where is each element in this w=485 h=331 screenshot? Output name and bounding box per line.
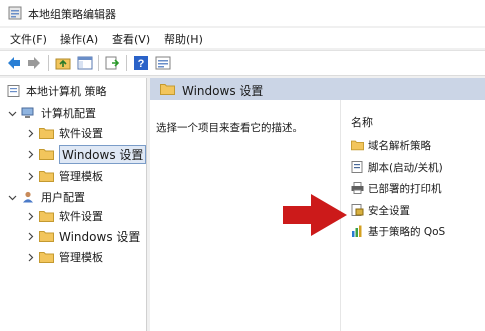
window-title: 本地组策略编辑器	[28, 8, 116, 21]
folder-icon	[351, 140, 364, 151]
description-text: 选择一个项目来查看它的描述。	[156, 122, 303, 134]
folder-icon	[39, 171, 54, 182]
items-list: 名称 域名解析策略 脚本(启动/关机) 已部署的打印机 安全设置 基于策略的 Q…	[340, 100, 485, 331]
computer-icon	[21, 107, 34, 118]
security-icon	[351, 204, 364, 216]
tree-item-software-settings[interactable]: 软件设置	[26, 124, 103, 142]
list-item-scripts[interactable]: 脚本(启动/关机)	[351, 158, 443, 176]
tree-pane: 本地计算机 策略 计算机配置 软件设置 Windows 设置 管理模板 用户配置	[0, 78, 147, 331]
tree-computer-config-label: 计算机配置	[41, 107, 96, 120]
tree-item-label: Windows 设置	[59, 144, 147, 164]
title-bar: 本地组策略编辑器	[0, 0, 485, 26]
tree-item-windows-settings[interactable]: Windows 设置	[26, 227, 140, 245]
bar-chart-icon	[352, 225, 362, 237]
tree-user-config-label: 用户配置	[41, 191, 85, 204]
column-header-name[interactable]: 名称	[351, 114, 373, 130]
chevron-right-icon[interactable]	[26, 150, 35, 159]
list-item-label: 域名解析策略	[368, 139, 431, 152]
tree-computer-config[interactable]: 计算机配置	[8, 104, 96, 122]
printer-icon	[351, 182, 364, 194]
export-list-icon[interactable]	[104, 55, 120, 71]
tree-root[interactable]: 本地计算机 策略	[6, 82, 107, 100]
tree-root-label: 本地计算机 策略	[26, 85, 107, 98]
menu-bar: 文件(F) 操作(A) 查看(V) 帮助(H)	[0, 28, 485, 48]
red-arrow-icon	[283, 194, 347, 236]
back-arrow-icon[interactable]	[6, 55, 22, 71]
toolbar: ?	[0, 50, 485, 76]
list-item-deployed-printers[interactable]: 已部署的打印机	[351, 179, 442, 197]
folder-icon	[160, 84, 175, 95]
chevron-down-icon[interactable]	[8, 109, 17, 118]
tree-item-label: Windows 设置	[59, 229, 141, 244]
policy-editor-icon	[8, 6, 22, 20]
chevron-right-icon[interactable]	[26, 232, 35, 241]
show-hide-tree-icon[interactable]	[77, 55, 93, 71]
menu-file[interactable]: 文件(F)	[10, 31, 47, 47]
tree-item-label: 管理模板	[59, 251, 103, 264]
folder-icon	[39, 128, 54, 139]
properties-icon[interactable]	[155, 55, 171, 71]
menu-view[interactable]: 查看(V)	[112, 31, 150, 47]
help-icon[interactable]: ?	[133, 55, 149, 71]
chevron-right-icon[interactable]	[26, 129, 35, 138]
chevron-right-icon[interactable]	[26, 212, 35, 221]
policy-icon	[7, 85, 20, 97]
details-header-title: Windows 设置	[182, 84, 264, 98]
menu-help[interactable]: 帮助(H)	[164, 31, 203, 47]
folder-icon	[39, 211, 54, 222]
toolbar-separator	[48, 55, 49, 71]
tree-user-config[interactable]: 用户配置	[8, 188, 85, 206]
folder-icon	[39, 149, 54, 160]
list-item-label: 安全设置	[368, 204, 410, 217]
chevron-right-icon[interactable]	[26, 172, 35, 181]
svg-text:?: ?	[138, 58, 145, 70]
tree-item-admin-templates[interactable]: 管理模板	[26, 167, 103, 185]
forward-arrow-icon[interactable]	[26, 55, 42, 71]
list-item-label: 脚本(启动/关机)	[368, 161, 443, 174]
tree-item-label: 软件设置	[59, 127, 103, 140]
list-item-security-settings[interactable]: 安全设置	[351, 201, 410, 219]
details-header: Windows 设置	[150, 78, 485, 100]
user-icon	[23, 191, 33, 203]
list-item-qos-policy[interactable]: 基于策略的 QoS	[351, 222, 445, 240]
folder-icon	[39, 252, 54, 263]
tree-item-software-settings[interactable]: 软件设置	[26, 207, 103, 225]
menu-action[interactable]: 操作(A)	[60, 31, 98, 47]
chevron-right-icon[interactable]	[26, 253, 35, 262]
list-item-label: 基于策略的 QoS	[368, 225, 446, 238]
tree-item-windows-settings[interactable]: Windows 设置	[26, 144, 147, 164]
script-icon	[351, 161, 363, 173]
tree-item-label: 软件设置	[59, 210, 103, 223]
list-item-label: 已部署的打印机	[368, 182, 442, 195]
up-folder-icon[interactable]	[55, 55, 71, 71]
tree-item-admin-templates[interactable]: 管理模板	[26, 248, 103, 266]
folder-icon	[39, 231, 54, 242]
list-item-dns-policy[interactable]: 域名解析策略	[351, 136, 431, 154]
toolbar-separator	[126, 55, 127, 71]
tree-item-label: 管理模板	[59, 170, 103, 183]
chevron-down-icon[interactable]	[8, 193, 17, 202]
toolbar-separator	[98, 55, 99, 71]
